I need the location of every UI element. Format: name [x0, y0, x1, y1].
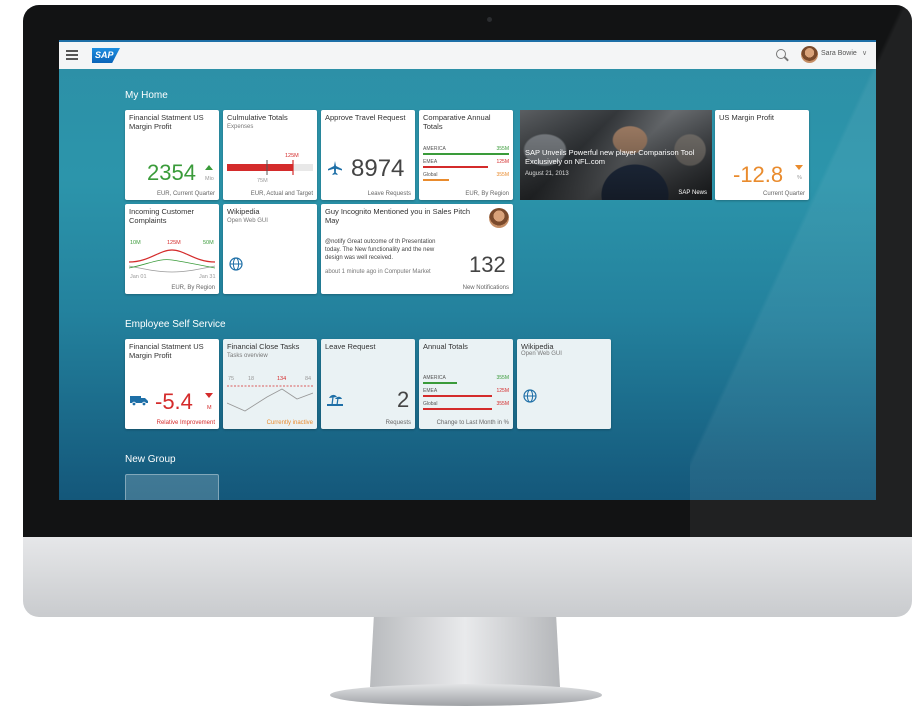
- tile-footer: Current Quarter: [762, 191, 805, 197]
- tile-footer: Change to Last Month in %: [436, 420, 509, 426]
- tile-title: Guy Incognito Mentioned you in Sales Pit…: [325, 207, 471, 225]
- monitor-mockup: SAP Sara Bowie ∨ My Home Financial Statm…: [0, 0, 920, 718]
- trend-down-icon: [205, 393, 213, 398]
- tile-subtitle: Expenses: [227, 124, 254, 130]
- beach-icon: [327, 394, 343, 406]
- avatar[interactable]: [801, 46, 818, 63]
- tile-footer: Requests: [385, 420, 411, 426]
- tile-subtitle: Tasks overview: [227, 353, 268, 359]
- tile-footer: EUR, By Region: [465, 191, 509, 197]
- bar-row-global: Global 355M: [423, 172, 509, 182]
- kpi-unit: M: [207, 405, 212, 411]
- news-headline: SAP Unveils Powerful new player Comparis…: [525, 148, 695, 166]
- news-source: SAP News: [678, 190, 707, 196]
- tile-subtitle: Open Web GUI: [227, 218, 268, 224]
- tile-approve-travel[interactable]: Approve Travel Request 8974 Leave Reques…: [321, 110, 415, 200]
- tile-news[interactable]: SAP Unveils Powerful new player Comparis…: [520, 110, 712, 200]
- kpi-unit: Mio: [205, 176, 214, 182]
- notification-time: about 1 minute ago in Computer Market: [325, 269, 431, 275]
- bar-row-global: Global 355M: [423, 401, 509, 411]
- tile-title: Incoming Customer Complaints: [129, 207, 195, 225]
- tile-title: Culmulative Totals: [227, 113, 288, 122]
- target-label: 125M: [285, 153, 299, 159]
- kpi-unit: %: [797, 175, 802, 181]
- group-title-my-home: My Home: [125, 90, 168, 101]
- trend-up-icon: [205, 165, 213, 170]
- bar-row-emea: EMEA 125M: [423, 159, 509, 169]
- news-date: August 21, 2013: [525, 171, 569, 177]
- menu-icon[interactable]: [66, 50, 78, 60]
- tile-footer: EUR, Current Quarter: [156, 191, 215, 197]
- line-chart: [227, 385, 313, 412]
- line-chart: [129, 249, 215, 273]
- monitor-base: [330, 684, 602, 706]
- tile-wikipedia[interactable]: Wikipedia Open Web GUI: [223, 204, 317, 294]
- tile-customer-complaints[interactable]: Incoming Customer Complaints 10M 125M 50…: [125, 204, 219, 294]
- sap-logo: SAP: [92, 48, 120, 63]
- tile-title: Wikipedia: [521, 342, 554, 351]
- tile-comparative-annual[interactable]: Comparative Annual Totals AMERICA 355M E…: [419, 110, 513, 200]
- tile-title: Financial Statment US Margin Profit: [129, 342, 204, 360]
- tile-subtitle: Open Web GUI: [521, 351, 562, 357]
- tile-footer: Relative Improvement: [156, 420, 215, 426]
- tile-footer: Currently inactive: [266, 420, 313, 426]
- monitor-stand: [370, 617, 560, 687]
- tile-footer: EUR, Actual and Target: [250, 191, 313, 197]
- tile-title: Wikipedia: [227, 207, 260, 216]
- tile-title: Financial Statment US Margin Profit: [129, 113, 204, 131]
- tile-footer: New Notifications: [462, 285, 509, 291]
- globe-icon: [229, 257, 243, 271]
- tile-title: Approve Travel Request: [325, 113, 406, 122]
- tile-cumulative-totals[interactable]: Culmulative Totals Expenses 125M 75M EUR…: [223, 110, 317, 200]
- tile-footer: EUR, By Region: [171, 285, 215, 291]
- tile-ess-wikipedia[interactable]: Wikipedia Open Web GUI: [517, 339, 611, 429]
- tile-notification[interactable]: Guy Incognito Mentioned you in Sales Pit…: [321, 204, 513, 294]
- tile-ess-financial-statement[interactable]: Financial Statment US Margin Profit -5.4…: [125, 339, 219, 429]
- airplane-icon: [328, 161, 342, 175]
- tile-financial-close-tasks[interactable]: Financial Close Tasks Tasks overview 75 …: [223, 339, 317, 429]
- tile-leave-request[interactable]: Leave Request 2 Requests: [321, 339, 415, 429]
- camera-dot: [487, 17, 492, 22]
- add-tile-placeholder[interactable]: [125, 474, 219, 500]
- truck-icon: [130, 396, 148, 406]
- kpi-value: 132: [469, 252, 506, 277]
- bullet-chart: [227, 160, 313, 175]
- launchpad-screen: SAP Sara Bowie ∨ My Home Financial Statm…: [59, 40, 876, 500]
- bar-row-america: AMERICA 355M: [423, 146, 509, 156]
- tile-title: Leave Request: [325, 342, 376, 351]
- globe-icon: [523, 389, 537, 403]
- tile-title: Comparative Annual Totals: [423, 113, 491, 131]
- group-title-new-group: New Group: [125, 454, 176, 465]
- kpi-value: -12.8: [733, 162, 784, 187]
- actual-label: 75M: [257, 178, 268, 184]
- user-name[interactable]: Sara Bowie: [821, 50, 857, 57]
- kpi-value: -5.4: [155, 389, 193, 414]
- bar-row-america: AMERICA 355M: [423, 375, 509, 385]
- bar-row-emea: EMEA 125M: [423, 388, 509, 398]
- tile-title: Financial Close Tasks: [227, 342, 300, 351]
- tile-title: Annual Totals: [423, 342, 468, 351]
- notification-body: @notify Great outcome of th Presentation…: [325, 239, 436, 261]
- tile-title: US Margin Profit: [719, 113, 775, 122]
- tile-financial-statement[interactable]: Financial Statment US Margin Profit 2354…: [125, 110, 219, 200]
- tile-footer: Leave Requests: [367, 191, 411, 197]
- search-icon[interactable]: [776, 49, 786, 59]
- avatar: [489, 208, 509, 228]
- monitor-chin: [23, 537, 912, 617]
- shell-bar: SAP Sara Bowie ∨: [59, 40, 876, 69]
- trend-down-icon: [795, 165, 803, 170]
- group-title-employee-self-service: Employee Self Service: [125, 319, 226, 330]
- chevron-down-icon[interactable]: ∨: [862, 49, 867, 57]
- kpi-value: 2354: [147, 160, 196, 185]
- tile-annual-totals[interactable]: Annual Totals AMERICA 355M EMEA 125M Glo…: [419, 339, 513, 429]
- kpi-value: 8974: [351, 155, 405, 182]
- kpi-value: 2: [397, 387, 410, 412]
- tile-us-margin-profit[interactable]: US Margin Profit -12.8 % Current Quarter: [715, 110, 809, 200]
